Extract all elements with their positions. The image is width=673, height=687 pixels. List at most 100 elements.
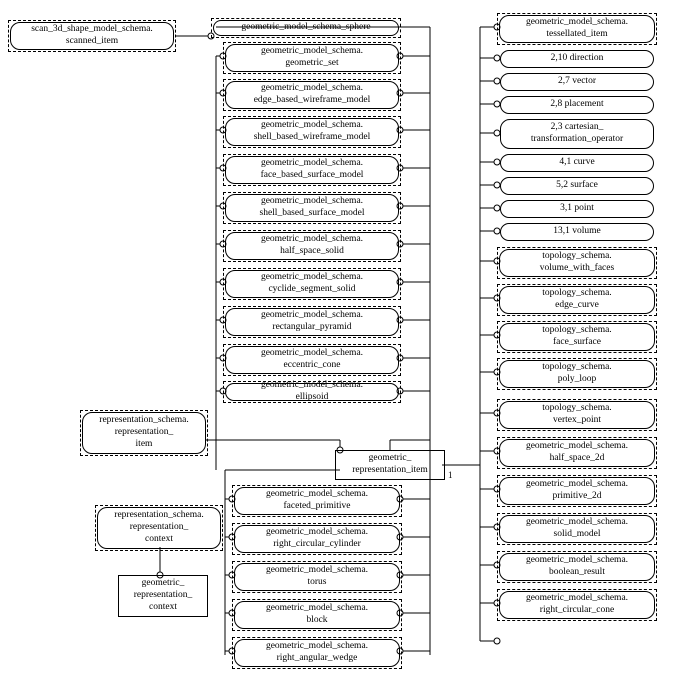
node-right-wedge: geometric_model_schema. right_angular_we… (232, 637, 402, 669)
label: geometric_set (285, 58, 338, 70)
label: geometric_model_schema. (266, 527, 368, 539)
label: topology_schema. (542, 362, 611, 374)
label: context (149, 602, 177, 614)
node-scanned-item: scan_3d_shape_model_schema. scanned_item (8, 20, 176, 52)
node-curve: 4,1 curve (500, 154, 654, 172)
label: geometric_model_schema. (261, 120, 363, 132)
label: 3,1 point (560, 203, 594, 215)
label: primitive_2d (552, 491, 601, 503)
node-half-space-solid: geometric_model_schema. half_space_solid (223, 230, 401, 262)
node-eccentric-cone: geometric_model_schema. eccentric_cone (223, 344, 401, 376)
label: cyclide_segment_solid (268, 284, 355, 296)
label: right_circular_cone (540, 605, 614, 617)
node-edge-wireframe: geometric_model_schema. edge_based_wiref… (223, 79, 401, 111)
node-surface: 5,2 surface (500, 177, 654, 195)
label: geometric_model_schema. (261, 234, 363, 246)
label: geometric_model_schema. (261, 196, 363, 208)
node-block: geometric_model_schema. block (232, 599, 402, 631)
label: geometric_model_schema. (266, 565, 368, 577)
label: transformation_operator (531, 134, 623, 146)
node-face-surface: topology_schema. face_surface (497, 321, 657, 353)
label: face_surface (553, 337, 601, 349)
label: block (306, 615, 327, 627)
label: topology_schema. (542, 251, 611, 263)
label: right_circular_cylinder (273, 539, 361, 551)
label: edge_based_wireframe_model (254, 95, 371, 107)
label: geometric_model_schema. (266, 641, 368, 653)
label: topology_schema. (542, 325, 611, 337)
label: geometric_model_schema. (526, 441, 628, 453)
node-placement: 2,8 placement (500, 96, 654, 114)
label: geometric_ (142, 578, 185, 590)
label: rectangular_pyramid (272, 322, 351, 334)
node-ellipsoid: geometric_model_schema. ellipsoid (223, 381, 401, 403)
label: geometric_model_schema. (526, 17, 628, 29)
node-poly-loop: topology_schema. poly_loop (497, 358, 657, 390)
label: 4,1 curve (559, 157, 594, 169)
label: representation_ (134, 590, 193, 602)
label: geometric_model_schema. (266, 603, 368, 615)
label: representation_schema. (114, 510, 203, 522)
node-boolean-result: geometric_model_schema. boolean_result (497, 551, 657, 583)
label: volume_with_faces (540, 263, 614, 275)
label: geometric_model_schema. (266, 489, 368, 501)
label: 2,7 vector (558, 76, 596, 88)
node-geo-rep-context: geometric_ representation_ context (118, 575, 208, 617)
label: 2,8 placement (550, 99, 603, 111)
label: 2,3 cartesian_ (551, 122, 604, 134)
label: torus (308, 577, 327, 589)
label: eccentric_cone (284, 360, 341, 372)
label: boolean_result (549, 567, 605, 579)
label: geometric_model_schema. (261, 46, 363, 58)
label: geometric_model_schema. (261, 310, 363, 322)
label: vertex_point (553, 415, 601, 427)
label: geometric_model_schema. (526, 517, 628, 529)
node-cyclide: geometric_model_schema. cyclide_segment_… (223, 268, 401, 300)
node-right-cone: geometric_model_schema. right_circular_c… (497, 589, 657, 621)
label: item (136, 439, 153, 451)
node-edge-curve: topology_schema. edge_curve (497, 284, 657, 316)
node-rep-context: representation_schema. representation_ c… (95, 505, 223, 551)
node-vertex-point: topology_schema. vertex_point (497, 399, 657, 431)
label: face_based_surface_model (261, 170, 364, 182)
label: half_space_solid (280, 246, 344, 258)
label: context (145, 534, 173, 546)
node-tessellated-item: geometric_model_schema. tessellated_item (497, 13, 657, 45)
node-point: 3,1 point (500, 200, 654, 218)
label: representation_schema. (99, 415, 188, 427)
node-torus: geometric_model_schema. torus (232, 561, 402, 593)
label: geometric_model_schema. (526, 479, 628, 491)
label: 5,2 surface (556, 180, 598, 192)
node-rep-item: representation_schema. representation_ i… (80, 410, 208, 456)
node-right-cylinder: geometric_model_schema. right_circular_c… (232, 523, 402, 555)
label: representation_ (130, 522, 189, 534)
label: geometric_model_schema. (261, 380, 363, 392)
label: geometric_model_schema. (526, 593, 628, 605)
label: geometric_model_schema_sphere (241, 22, 370, 34)
node-half-space-2d: geometric_model_schema. half_space_2d (497, 437, 657, 469)
label: scanned_item (66, 36, 118, 48)
label: topology_schema. (542, 288, 611, 300)
label: geometric_model_schema. (261, 348, 363, 360)
label: edge_curve (555, 300, 599, 312)
node-volume-with-faces: topology_schema. volume_with_faces (497, 247, 657, 279)
node-primitive-2d: geometric_model_schema. primitive_2d (497, 475, 657, 507)
node-sphere: geometric_model_schema_sphere (211, 18, 401, 38)
node-face-surface-model: geometric_model_schema. face_based_surfa… (223, 154, 401, 186)
label: half_space_2d (550, 453, 605, 465)
node-solid-model: geometric_model_schema. solid_model (497, 513, 657, 545)
node-vector: 2,7 vector (500, 73, 654, 91)
label: topology_schema. (542, 403, 611, 415)
node-volume: 13,1 volume (500, 223, 654, 241)
label: geometric_model_schema. (261, 158, 363, 170)
label: ellipsoid (296, 392, 329, 404)
node-geo-rep-item: geometric_ representation_item (335, 450, 445, 480)
node-direction: 2,10 direction (500, 50, 654, 68)
label: 13,1 volume (553, 226, 601, 238)
node-shell-surface-model: geometric_model_schema. shell_based_surf… (223, 192, 401, 224)
label: geometric_model_schema. (261, 83, 363, 95)
label: representation_item (352, 465, 427, 477)
label: shell_based_wireframe_model (254, 132, 371, 144)
label: geometric_ (369, 453, 412, 465)
label: 2,10 direction (551, 53, 604, 65)
